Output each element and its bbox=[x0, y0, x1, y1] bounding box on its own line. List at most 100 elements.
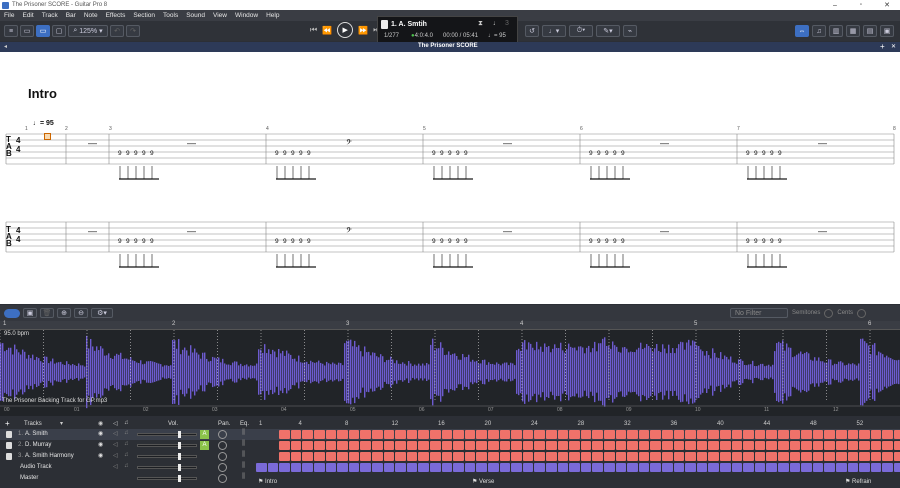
track-bar-cell[interactable] bbox=[778, 441, 789, 450]
track-bar-cell[interactable] bbox=[743, 441, 754, 450]
previous-bar-icon[interactable]: ⏪ bbox=[322, 26, 332, 35]
volume-knob[interactable] bbox=[178, 442, 181, 449]
mute-icon[interactable]: ◁ bbox=[113, 430, 118, 437]
layout-horizontal-button[interactable]: ▭ bbox=[36, 25, 50, 37]
track-bar-cell[interactable] bbox=[569, 463, 580, 472]
track-bar-cell[interactable] bbox=[847, 441, 859, 450]
section-marker[interactable]: ⚑ Verse bbox=[472, 478, 494, 485]
track-bar-cell[interactable] bbox=[290, 452, 302, 461]
undo-button[interactable]: ↶ bbox=[110, 25, 124, 37]
track-bar-cell[interactable] bbox=[534, 430, 545, 439]
zoom-out-button[interactable]: ⊖ bbox=[74, 308, 88, 318]
track-bar-cell[interactable] bbox=[441, 463, 453, 472]
track-bar-cell[interactable] bbox=[592, 452, 603, 461]
track-bar-cell[interactable] bbox=[882, 430, 893, 439]
track-bar-cell[interactable] bbox=[279, 452, 290, 461]
track-bar-cell[interactable] bbox=[650, 452, 661, 461]
cents-knob[interactable] bbox=[857, 308, 867, 318]
audio-toggle[interactable] bbox=[4, 308, 20, 318]
track-bar-cell[interactable] bbox=[894, 430, 900, 439]
eq-icon[interactable]: ⫼ bbox=[242, 440, 245, 448]
track-bar-cell[interactable] bbox=[696, 452, 708, 461]
track-bar-cell[interactable] bbox=[604, 441, 615, 450]
track-bar-cell[interactable] bbox=[256, 463, 267, 472]
track-bar-cell[interactable] bbox=[766, 441, 777, 450]
track-bar-cell[interactable] bbox=[696, 430, 708, 439]
track-bar-cell[interactable] bbox=[464, 430, 476, 439]
track-bar-cell[interactable] bbox=[557, 452, 569, 461]
audio-bar-ruler[interactable]: 1 2 3 4 5 6 bbox=[0, 321, 900, 330]
track-bar-cell[interactable] bbox=[812, 441, 824, 450]
volume-slider[interactable] bbox=[137, 464, 197, 471]
track-bar-cell[interactable] bbox=[580, 452, 592, 461]
track-bar-cell[interactable] bbox=[314, 430, 325, 439]
track-bar-cell[interactable] bbox=[534, 463, 545, 472]
track-bar-cell[interactable] bbox=[348, 452, 360, 461]
solo-icon[interactable]: ♫ bbox=[124, 452, 129, 458]
filter-select[interactable]: No Filter bbox=[730, 308, 788, 318]
track-bar-cell[interactable] bbox=[754, 441, 766, 450]
semitones-knob[interactable] bbox=[824, 308, 834, 318]
track-bar-cell[interactable] bbox=[731, 463, 743, 472]
track-bar-cell[interactable] bbox=[569, 441, 580, 450]
pan-knob[interactable] bbox=[218, 452, 227, 461]
track-bar-cell[interactable] bbox=[488, 430, 499, 439]
track-bar-cell[interactable] bbox=[580, 441, 592, 450]
track-bar-cell[interactable] bbox=[824, 452, 835, 461]
track-bar-cell[interactable] bbox=[511, 430, 522, 439]
pan-knob[interactable] bbox=[218, 430, 227, 439]
zoom-in-button[interactable]: ⊕ bbox=[57, 308, 71, 318]
track-bar-cell[interactable] bbox=[673, 452, 685, 461]
track-bar-cell[interactable] bbox=[743, 463, 754, 472]
track-bar-cell[interactable] bbox=[685, 441, 696, 450]
auto-button[interactable]: A bbox=[200, 430, 209, 439]
track-bar-cell[interactable] bbox=[418, 463, 429, 472]
track-bar-cell[interactable] bbox=[580, 463, 592, 472]
track-bar-cell[interactable] bbox=[743, 430, 754, 439]
chord-view-button[interactable]: ▦ bbox=[846, 25, 860, 37]
volume-slider[interactable] bbox=[137, 431, 197, 438]
track-bar-cell[interactable] bbox=[267, 463, 279, 472]
menu-file[interactable]: File bbox=[0, 12, 18, 19]
track-bar-cell[interactable] bbox=[778, 452, 789, 461]
track-bar-cell[interactable] bbox=[325, 452, 337, 461]
track-bar-cell[interactable] bbox=[720, 463, 731, 472]
track-bar-cell[interactable] bbox=[534, 452, 545, 461]
track-bar-cell[interactable] bbox=[789, 430, 801, 439]
track-bar-cell[interactable] bbox=[720, 452, 731, 461]
track-bar-cell[interactable] bbox=[453, 452, 464, 461]
track-bar-cell[interactable] bbox=[627, 430, 638, 439]
visibility-icon[interactable]: ◉ bbox=[98, 441, 103, 448]
track-bar-cell[interactable] bbox=[789, 452, 801, 461]
loop-button[interactable]: ↺ bbox=[525, 25, 539, 37]
track-bar-cell[interactable] bbox=[650, 441, 661, 450]
track-row[interactable]: Master ⫼ bbox=[0, 473, 900, 484]
track-bar-cell[interactable] bbox=[754, 463, 766, 472]
track-bar-cell[interactable] bbox=[488, 463, 499, 472]
track-bar-cell[interactable] bbox=[406, 452, 418, 461]
track-bar-cell[interactable] bbox=[522, 430, 534, 439]
track-bar-cell[interactable] bbox=[801, 441, 812, 450]
track-bar-cell[interactable] bbox=[754, 452, 766, 461]
track-bar-cell[interactable] bbox=[302, 430, 313, 439]
track-bar-cell[interactable] bbox=[882, 463, 893, 472]
menu-view[interactable]: View bbox=[209, 12, 231, 19]
track-bar-cell[interactable] bbox=[615, 452, 627, 461]
mute-icon[interactable]: ◁ bbox=[113, 463, 118, 470]
track-name[interactable]: 1. A. Smith bbox=[18, 431, 48, 437]
track-bar-cell[interactable] bbox=[638, 452, 650, 461]
track-bar-cell[interactable] bbox=[441, 441, 453, 450]
track-bar-cell[interactable] bbox=[685, 463, 696, 472]
track-bar-cell[interactable] bbox=[812, 452, 824, 461]
track-bar-cell[interactable] bbox=[592, 441, 603, 450]
track-bar-cell[interactable] bbox=[337, 441, 348, 450]
track-bar-cell[interactable] bbox=[418, 452, 429, 461]
track-bar-cell[interactable] bbox=[859, 463, 870, 472]
track-bar-cell[interactable] bbox=[430, 452, 441, 461]
minimize-icon[interactable]: – bbox=[822, 2, 848, 9]
volume-slider[interactable] bbox=[137, 442, 197, 449]
eq-icon[interactable]: ⫼ bbox=[242, 451, 245, 459]
chevron-down-icon[interactable]: ▾ bbox=[60, 420, 63, 427]
track-bar-cell[interactable] bbox=[395, 430, 406, 439]
track-bar-cell[interactable] bbox=[638, 441, 650, 450]
